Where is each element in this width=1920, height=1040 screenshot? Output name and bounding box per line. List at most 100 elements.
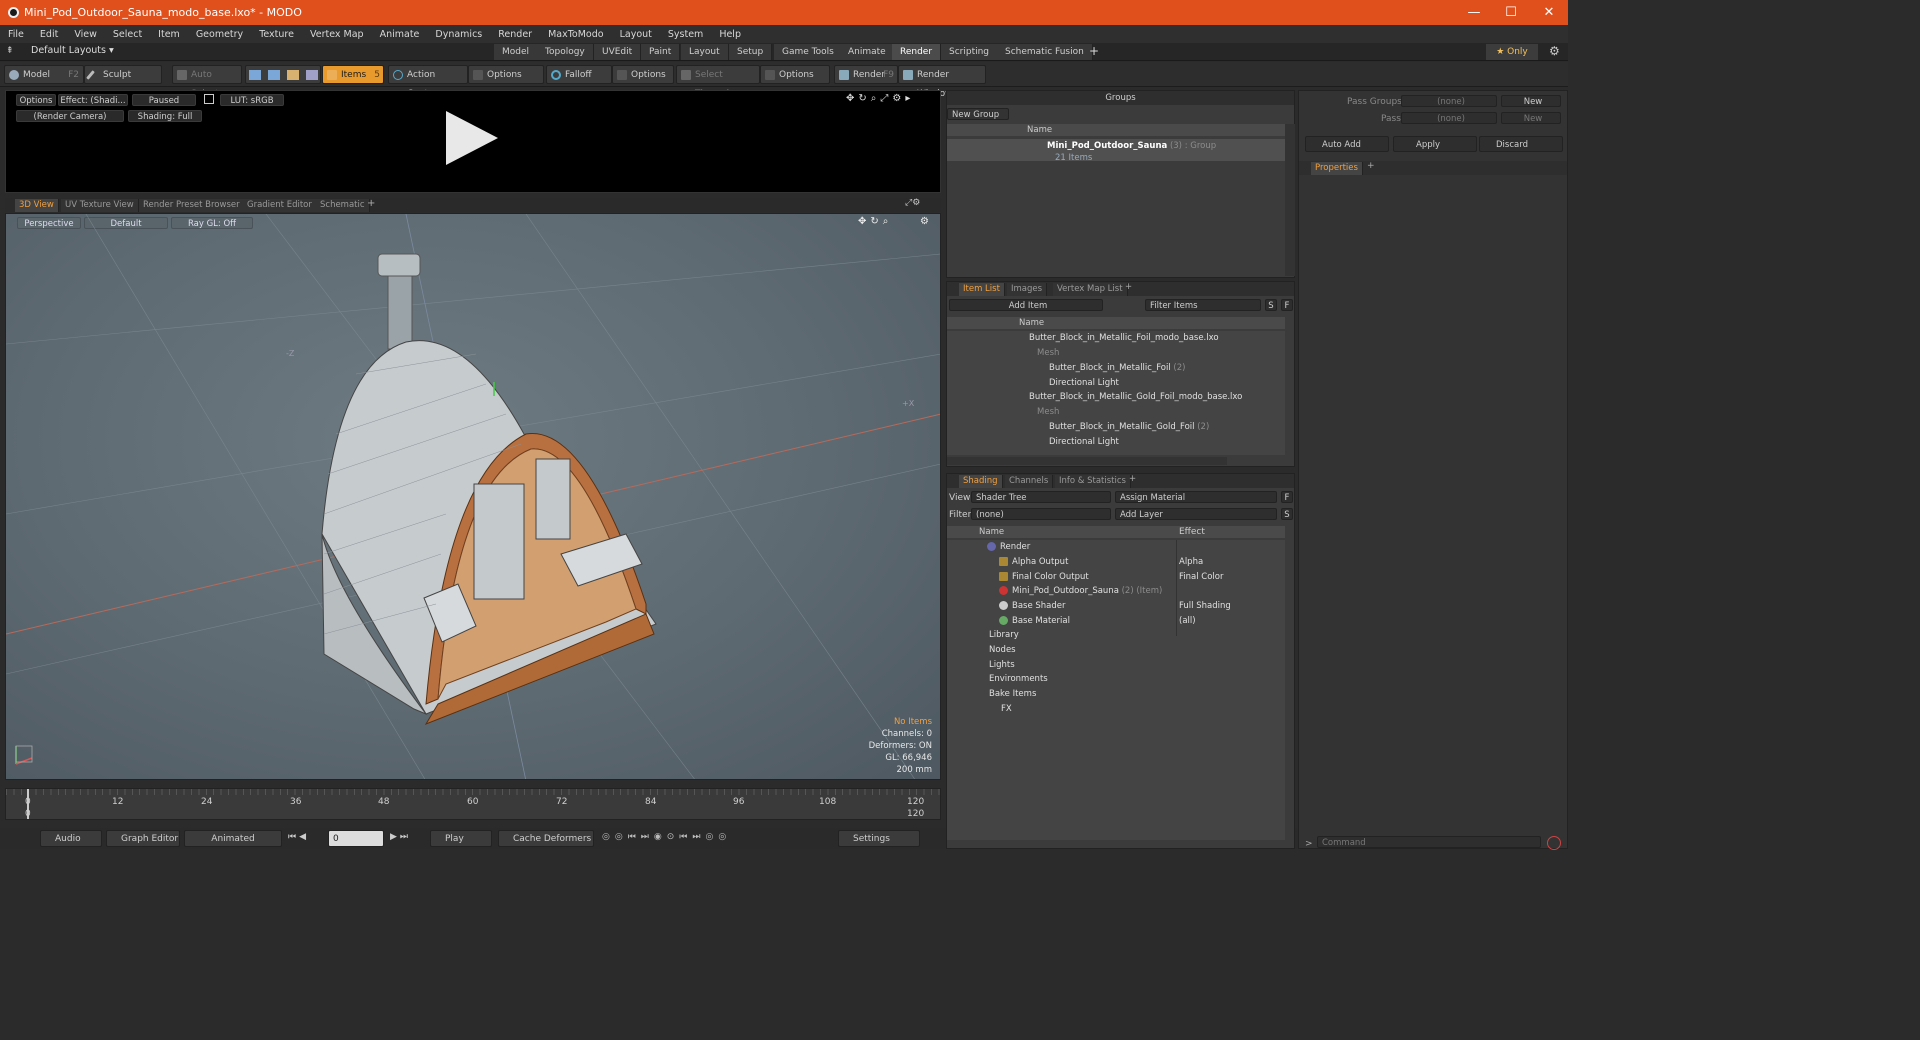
filter-s-button[interactable]: S [1265,299,1277,311]
play-button[interactable]: Play [430,830,492,847]
frame-input[interactable]: 0 [328,830,384,847]
polygons-mode-icon[interactable] [287,70,299,80]
effect-dropdown[interactable]: Effect: (Shadi... [58,94,128,106]
discard-button[interactable]: Discard [1479,136,1563,152]
menu-animate[interactable]: Animate [372,29,428,40]
items-mode-button[interactable]: Items 5 [322,65,384,84]
menu-maxtomodo[interactable]: MaxToModo [540,29,612,40]
key-tools-icons[interactable]: ◎◎⏮⏭◉⊙⏮⏭◎◎ [602,832,731,842]
tab-topology[interactable]: Topology [537,44,594,60]
tab-render-preset-browser[interactable]: Render Preset Browser [139,199,245,212]
list-item[interactable]: Butter_Block_in_Metallic_Gold_Foil (2) [947,420,1285,434]
edges-mode-icon[interactable] [268,70,280,80]
shader-row-nodes[interactable]: Nodes [947,643,1285,657]
tab-setup[interactable]: Setup [729,44,773,60]
new-pass-group-button[interactable]: New [1501,95,1561,107]
tab-schematic-fusion[interactable]: Schematic Fusion [997,44,1093,60]
menu-texture[interactable]: Texture [251,29,302,40]
tab-model[interactable]: Model [494,44,539,60]
list-item[interactable]: Butter_Block_in_Metallic_Gold_Foil_modo_… [947,390,1285,404]
add-properties-tab[interactable]: + [1367,161,1375,171]
render-button[interactable]: Render F9 [834,65,898,84]
paused-button[interactable]: Paused [132,94,196,106]
shader-row-render[interactable]: Render [947,540,1285,554]
render-camera-dropdown[interactable]: (Render Camera) [16,110,124,122]
shader-row-base-material[interactable]: Base Material (all) [947,614,1285,628]
menu-help[interactable]: Help [711,29,749,40]
menu-select[interactable]: Select [105,29,150,40]
tab-vertex-map-list[interactable]: Vertex Map List [1053,283,1128,296]
list-item[interactable]: Butter_Block_in_Metallic_Foil (2) [947,361,1285,375]
apply-button[interactable]: Apply [1393,136,1477,152]
menu-vertex-map[interactable]: Vertex Map [302,29,372,40]
falloff-button[interactable]: Falloff [546,65,612,84]
shader-row-final-color[interactable]: Final Color Output Final Color [947,570,1285,584]
menu-edit[interactable]: Edit [32,29,66,40]
menu-view[interactable]: View [66,29,105,40]
tab-shading[interactable]: Shading [959,475,1003,488]
tab-uvedit[interactable]: UVEdit [594,44,642,60]
shader-row-bake-items[interactable]: Bake Items [947,687,1285,701]
sculpt-mode-button[interactable]: Sculpt [84,65,162,84]
tab-3d-view[interactable]: 3D View [15,199,59,212]
shader-row-alpha-output[interactable]: Alpha Output Alpha [947,555,1285,569]
list-item[interactable]: Butter_Block_in_Metallic_Foil_modo_base.… [947,331,1285,345]
add-viewport-tab[interactable]: + [367,198,375,209]
timeline[interactable]: 0 12 24 36 48 60 72 84 96 108 120 0 120 [5,788,941,820]
tab-layout[interactable]: Layout [681,44,729,60]
shader-row-lights[interactable]: Lights [947,658,1285,672]
default-layouts-dropdown[interactable]: Default Layouts ▾ [31,45,114,56]
select-through-button[interactable]: Select Through [676,65,760,99]
groups-scrollbar[interactable] [1285,124,1295,276]
action-center-button[interactable]: Action Center [388,65,468,99]
tab-schematic[interactable]: Schematic [316,199,370,212]
passes-dropdown[interactable]: (none) [1401,112,1497,124]
item-list-hscrollbar[interactable] [947,457,1227,465]
lut-dropdown[interactable]: LUT: sRGB [220,94,284,106]
add-layout-button[interactable]: + [1089,44,1099,58]
preview-nav-icons[interactable]: ✥↻⌕⤢⚙▸ [846,93,914,104]
command-clear-icon[interactable] [1547,836,1561,850]
menu-dynamics[interactable]: Dynamics [427,29,490,40]
shader-row-fx[interactable]: FX [947,702,1285,716]
list-item[interactable]: Mesh [947,346,1285,360]
tab-uv-texture-view[interactable]: UV Texture View [61,199,139,212]
new-pass-button[interactable]: New [1501,112,1561,124]
add-item-dropdown[interactable]: Add Item [949,299,1103,311]
settings-button[interactable]: Settings [838,830,920,847]
group-row[interactable]: Mini_Pod_Outdoor_Sauna (3) : Group [947,139,1294,161]
maximize-button[interactable]: ☐ [1492,0,1530,25]
pass-groups-dropdown[interactable]: (none) [1401,95,1497,107]
vertices-mode-icon[interactable] [249,70,261,80]
view-dropdown[interactable]: Shader Tree [971,491,1111,503]
collapse-icon[interactable]: ⇞ [6,46,14,56]
auto-select-button[interactable]: Auto Select [172,65,242,99]
list-item[interactable]: Directional Light [947,435,1285,449]
auto-add-button[interactable]: Auto Add [1305,136,1389,152]
lock-icon[interactable] [204,94,214,104]
list-item[interactable]: Mesh [947,405,1285,419]
audio-button[interactable]: Audio [40,830,102,847]
shading-s-button[interactable]: S [1281,508,1293,520]
filter-f-button[interactable]: F [1281,299,1293,311]
cache-deformers-button[interactable]: Cache Deformers [498,830,594,847]
tab-images[interactable]: Images [1007,283,1048,296]
new-group-button[interactable]: New Group [947,108,1009,120]
command-input[interactable]: Command [1317,836,1541,848]
tab-channels[interactable]: Channels [1005,475,1054,488]
minimize-button[interactable]: — [1455,0,1493,25]
menu-render[interactable]: Render [490,29,540,40]
model-mode-button[interactable]: Model F2 [4,65,84,84]
viewport-expand-icon[interactable]: ⤢⚙ [905,198,920,208]
list-item[interactable]: Directional Light [947,376,1285,390]
shading-f-button[interactable]: F [1281,491,1293,503]
menu-system[interactable]: System [660,29,711,40]
graph-editor-button[interactable]: Graph Editor [106,830,180,847]
rewind-controls-icon[interactable]: ⏮◀ [288,832,309,842]
3d-viewport[interactable]: Perspective Default Ray GL: Off ✥↻⌕ ⚙ -Z… [5,213,941,780]
shading-filter-dropdown[interactable]: (none) [971,508,1111,520]
action-center-options-button[interactable]: Options [468,65,544,84]
tab-paint[interactable]: Paint [641,44,681,60]
tab-scripting[interactable]: Scripting [941,44,999,60]
add-layer-dropdown[interactable]: Add Layer [1115,508,1277,520]
